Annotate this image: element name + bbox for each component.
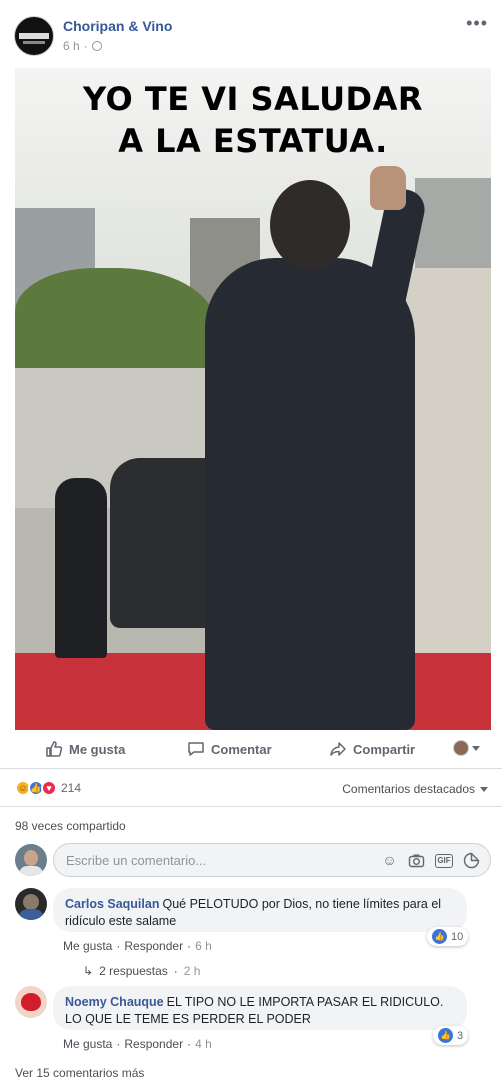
camera-icon[interactable] bbox=[408, 852, 425, 869]
avatar bbox=[15, 844, 47, 876]
comment-sort-dropdown[interactable]: Comentarios destacados bbox=[342, 782, 488, 796]
page-avatar[interactable] bbox=[14, 16, 54, 56]
comment-reply-link[interactable]: Responder bbox=[124, 1037, 183, 1051]
comment-time[interactable]: 4 h bbox=[195, 1037, 212, 1051]
view-more-comments-link[interactable]: Ver 15 comentarios más bbox=[15, 1066, 144, 1080]
like-reaction-icon: 👍 bbox=[432, 929, 447, 944]
replies-label: 2 respuestas bbox=[99, 964, 168, 978]
reply-arrow-icon: ↳ bbox=[83, 964, 94, 978]
comment-input[interactable] bbox=[66, 851, 366, 869]
globe-icon[interactable] bbox=[91, 41, 102, 51]
comment-time[interactable]: 6 h bbox=[195, 939, 212, 953]
like-button-label: Me gusta bbox=[69, 741, 126, 757]
comment-like-link[interactable]: Me gusta bbox=[63, 939, 112, 953]
comment-like-link[interactable]: Me gusta bbox=[63, 1037, 112, 1051]
chevron-down-icon bbox=[472, 745, 480, 751]
image-caption: YO TE VI SALUDAR A LA ESTATUA. bbox=[15, 78, 491, 162]
share-button[interactable]: Compartir bbox=[329, 732, 415, 766]
divider bbox=[0, 768, 502, 769]
comment-reply-link[interactable]: Responder bbox=[124, 939, 183, 953]
comment-author[interactable]: Carlos Saquilan bbox=[65, 897, 159, 911]
sticker-icon[interactable] bbox=[463, 852, 480, 869]
comment-bubble: Noemy Chauque EL TIPO NO LE IMPORTA PASAR… bbox=[53, 986, 467, 1030]
emoji-icon[interactable]: ☺ bbox=[381, 852, 398, 869]
ellipsis-icon[interactable]: ••• bbox=[466, 14, 488, 32]
post-time[interactable]: 6 h bbox=[63, 39, 80, 53]
comment-actions: Me gusta · Responder · 4 h bbox=[63, 1037, 212, 1051]
comment-button[interactable]: Comentar bbox=[187, 732, 272, 766]
like-reaction-icon: 👍 bbox=[438, 1028, 453, 1043]
comment-item: Carlos Saquilan Qué PELOTUDO por Dios, no… bbox=[15, 888, 491, 978]
shares-count-link[interactable]: 98 veces compartido bbox=[15, 819, 126, 833]
reactions-summary[interactable]: ☺ 👍 ♥ 214 bbox=[15, 780, 81, 796]
like-button[interactable]: Me gusta bbox=[45, 732, 125, 766]
comment-likes: 3 bbox=[457, 1029, 464, 1042]
post-header: Choripan & Vino 6 h · ••• bbox=[14, 14, 488, 56]
post-card: Choripan & Vino 6 h · ••• YO TE VI SALUD… bbox=[0, 0, 502, 1082]
comment-box[interactable]: ☺ GIF bbox=[53, 843, 491, 877]
share-icon bbox=[330, 742, 346, 756]
replies-time: 2 h bbox=[183, 964, 201, 978]
comment-actions: Me gusta · Responder · 6 h bbox=[63, 939, 212, 953]
comment-composer: ☺ GIF bbox=[15, 843, 491, 877]
avatar[interactable] bbox=[15, 986, 47, 1018]
comment-like-count[interactable]: 👍 3 bbox=[433, 1026, 469, 1045]
share-button-label: Compartir bbox=[353, 741, 416, 757]
post-actions-bar: Me gusta Comentar Compartir bbox=[15, 732, 491, 766]
comment-item: Noemy Chauque EL TIPO NO LE IMPORTA PASAR… bbox=[15, 986, 491, 1056]
chevron-down-icon bbox=[480, 786, 488, 792]
page-name-link[interactable]: Choripan & Vino bbox=[63, 18, 172, 34]
image-caption-line2: A LA ESTATUA. bbox=[118, 122, 388, 160]
reaction-count: 214 bbox=[61, 781, 82, 795]
comment-like-count[interactable]: 👍 10 bbox=[427, 927, 469, 946]
comment-sort-label: Comentarios destacados bbox=[342, 782, 475, 796]
love-reaction-icon: ♥ bbox=[41, 780, 57, 796]
thumbs-up-icon bbox=[46, 741, 63, 757]
post-image[interactable]: YO TE VI SALUDAR A LA ESTATUA. bbox=[15, 68, 491, 730]
comment-button-label: Comentar bbox=[211, 741, 272, 757]
comment-icon bbox=[188, 742, 204, 756]
image-caption-line1: YO TE VI SALUDAR bbox=[82, 80, 424, 118]
post-as-selector[interactable] bbox=[453, 740, 480, 756]
post-meta: 6 h · bbox=[63, 39, 102, 53]
avatar[interactable] bbox=[15, 888, 47, 920]
comment-author[interactable]: Noemy Chauque bbox=[65, 995, 164, 1009]
divider bbox=[0, 806, 502, 807]
comment-likes: 10 bbox=[451, 930, 464, 943]
user-avatar bbox=[453, 740, 469, 756]
gif-icon[interactable]: GIF bbox=[435, 853, 453, 868]
comment-bubble: Carlos Saquilan Qué PELOTUDO por Dios, no… bbox=[53, 888, 467, 932]
view-replies-link[interactable]: ↳ 2 respuestas · 2 h bbox=[83, 964, 200, 978]
